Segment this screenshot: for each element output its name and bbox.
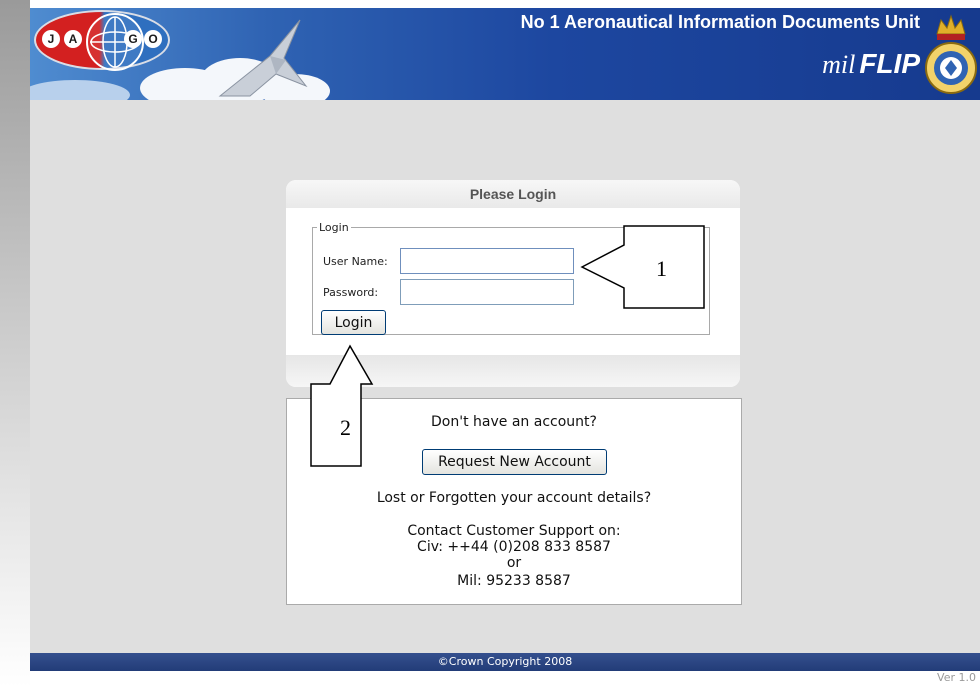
no-account-text: Don't have an account?	[431, 414, 597, 430]
brand-prefix: mil	[822, 50, 856, 79]
username-label: User Name:	[323, 255, 388, 268]
page-title: No 1 Aeronautical Information Documents …	[520, 12, 920, 32]
top-margin	[30, 0, 980, 8]
password-label: Password:	[323, 286, 379, 299]
callout-label-2: 2	[340, 415, 351, 440]
cloud-decoration	[30, 80, 130, 100]
brand-name: FLIP	[859, 48, 920, 79]
raf-crest-icon	[925, 14, 977, 94]
request-account-button[interactable]: Request New Account	[422, 449, 607, 475]
logo-letter-g: G	[124, 30, 142, 48]
login-legend: Login	[319, 221, 349, 234]
account-info-panel: Don't have an account? Request New Accou…	[286, 398, 742, 605]
civ-phone-text: Civ: ++44 (0)208 833 8587	[417, 539, 611, 555]
login-fieldset: Login User Name: Password: Login	[312, 221, 710, 335]
username-input[interactable]	[400, 248, 574, 274]
login-button[interactable]: Login	[321, 310, 386, 335]
callout-label-1: 1	[656, 256, 667, 281]
header-banner: J A G O No 1 Aeronautical Information Do…	[30, 8, 980, 100]
mil-phone-text: Mil: 95233 8587	[457, 573, 571, 589]
or-text: or	[506, 555, 522, 571]
jet-icon	[218, 19, 308, 97]
login-panel-footer	[286, 355, 740, 387]
logo-letter-j: J	[42, 30, 60, 48]
password-input[interactable]	[400, 279, 574, 305]
footer-copyright: ©Crown Copyright 2008	[30, 653, 980, 671]
jago-logo: J A G O	[34, 10, 170, 71]
logo-letter-a: A	[64, 30, 82, 48]
left-shadow-strip	[0, 0, 30, 687]
contact-support-text: Contact Customer Support on:	[407, 523, 621, 539]
login-panel: Please Login Login User Name: Password: …	[286, 180, 740, 387]
logo-letter-o: O	[144, 30, 162, 48]
milflip-logo: mil FLIP	[790, 48, 920, 80]
version-label: Ver 1.0	[937, 671, 976, 684]
lost-details-text: Lost or Forgotten your account details?	[376, 490, 652, 506]
login-panel-title: Please Login	[286, 180, 740, 208]
